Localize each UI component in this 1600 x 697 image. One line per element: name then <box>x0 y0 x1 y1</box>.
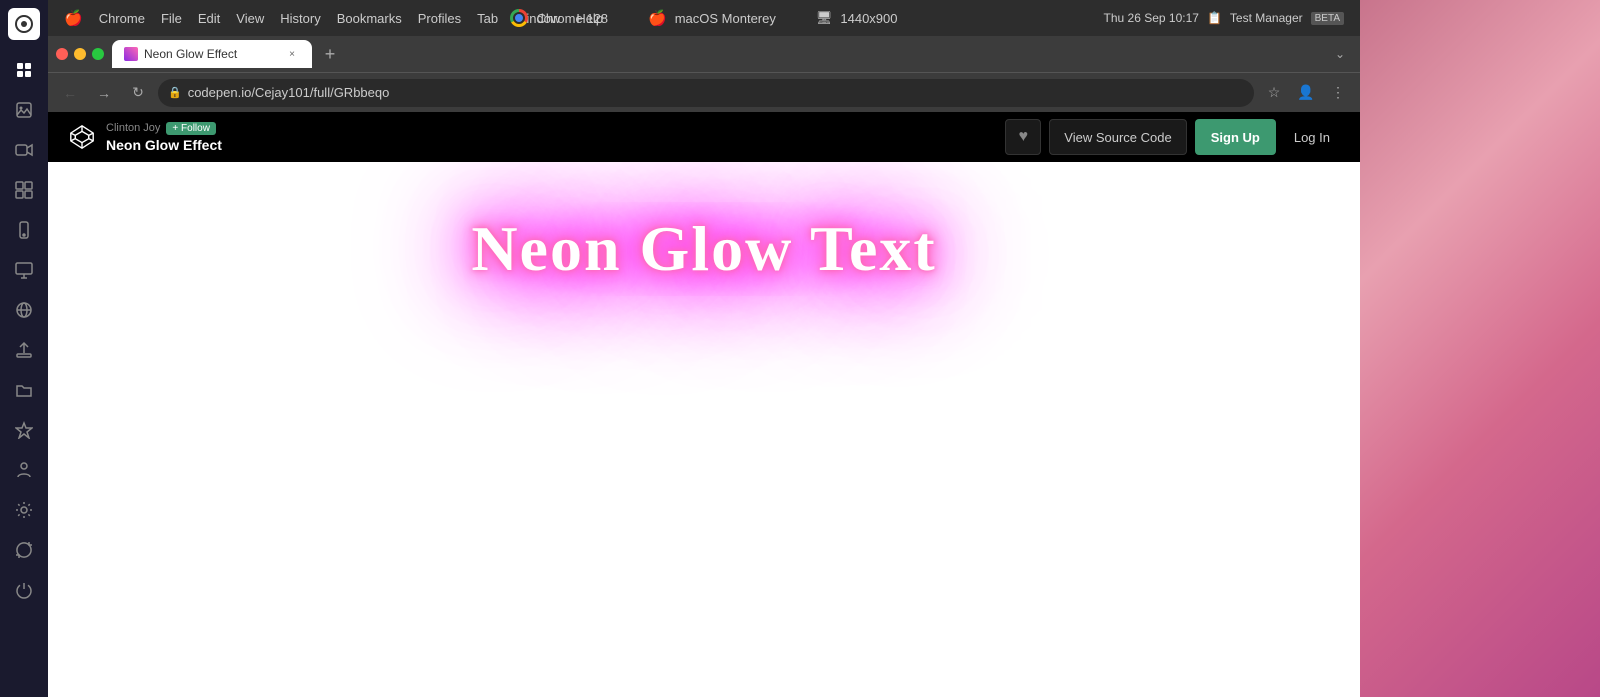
back-button[interactable]: ← <box>56 79 84 107</box>
chrome-browser: Neon Glow Effect × + ⌄ ← → ↻ 🔒 codepen.i… <box>48 36 1360 697</box>
main-content: 🍎 Chrome File Edit View History Bookmark… <box>48 0 1360 697</box>
window-close-button[interactable] <box>56 48 68 60</box>
apple-icon: 🍎 <box>64 9 83 27</box>
sidebar-folder-icon[interactable] <box>6 372 42 408</box>
resolution-text: 1440x900 <box>840 11 897 26</box>
new-tab-button[interactable]: + <box>316 40 344 68</box>
neon-display-area: Neon Glow Text <box>48 162 1360 697</box>
address-lock-icon: 🔒 <box>168 86 182 99</box>
datetime-text: Thu 26 Sep 10:17 <box>1104 11 1199 25</box>
codepen-content: Neon Glow Text <box>48 162 1360 697</box>
sidebar-star-icon[interactable] <box>6 412 42 448</box>
mac-menu-history[interactable]: History <box>280 11 320 26</box>
sidebar-person-icon[interactable] <box>6 452 42 488</box>
right-background <box>1360 0 1600 697</box>
test-manager-icon: 📋 <box>1207 11 1222 25</box>
address-bar[interactable]: 🔒 codepen.io/Cejay101/full/GRbbeqo <box>158 79 1254 107</box>
pen-author-info: Clinton Joy + Follow Neon Glow Effect <box>106 122 222 153</box>
sidebar-monitor-icon[interactable] <box>6 252 42 288</box>
sidebar-video-icon[interactable] <box>6 132 42 168</box>
author-name-text[interactable]: Clinton Joy <box>106 122 160 134</box>
tab-close-button[interactable]: × <box>284 46 300 62</box>
test-manager-label[interactable]: Test Manager <box>1230 11 1303 25</box>
tab-title: Neon Glow Effect <box>144 47 278 61</box>
neon-glow-text: Neon Glow Text <box>441 202 966 296</box>
mac-menu-profiles[interactable]: Profiles <box>418 11 461 26</box>
sidebar-phone-icon[interactable] <box>6 212 42 248</box>
resolution-info: 🖥 1440x900 <box>816 10 898 26</box>
chrome-titlebar: Neon Glow Effect × + ⌄ <box>48 36 1360 72</box>
mac-menu-tab[interactable]: Tab <box>477 11 498 26</box>
sidebar-upload-icon[interactable] <box>6 332 42 368</box>
os-info: 🍎 macOS Monterey <box>648 9 776 27</box>
profile-button[interactable]: 👤 <box>1292 79 1320 107</box>
mac-menu-edit[interactable]: Edit <box>198 11 220 26</box>
chrome-tabs: Neon Glow Effect × + ⌄ <box>112 40 1352 68</box>
sidebar-home-icon[interactable] <box>6 52 42 88</box>
reload-button[interactable]: ↻ <box>124 79 152 107</box>
more-options-button[interactable]: ⋮ <box>1324 79 1352 107</box>
window-controls <box>56 48 104 60</box>
mac-menu-view[interactable]: View <box>236 11 264 26</box>
address-url-text: codepen.io/Cejay101/full/GRbbeqo <box>188 85 1244 100</box>
signup-button[interactable]: Sign Up <box>1195 119 1276 155</box>
mac-menu-bookmarks[interactable]: Bookmarks <box>337 11 402 26</box>
codepen-header-right: ♥ View Source Code Sign Up Log In <box>1005 119 1340 155</box>
mac-menu-chrome[interactable]: Chrome <box>99 11 145 26</box>
toolbar-right-icons: ☆ 👤 ⋮ <box>1260 79 1352 107</box>
sidebar-logo[interactable] <box>8 8 40 40</box>
pen-title-text: Neon Glow Effect <box>106 137 222 153</box>
collapse-button[interactable]: ⌄ <box>1328 42 1352 66</box>
heart-button[interactable]: ♥ <box>1005 119 1041 155</box>
codepen-header: Clinton Joy + Follow Neon Glow Effect ♥ … <box>48 112 1360 162</box>
author-name-row: Clinton Joy + Follow <box>106 122 222 135</box>
window-maximize-button[interactable] <box>92 48 104 60</box>
os-topbar-right: Thu 26 Sep 10:17 📋 Test Manager BETA <box>1104 0 1344 36</box>
resolution-icon: 🖥 <box>816 10 833 26</box>
beta-badge: BETA <box>1311 12 1344 25</box>
sidebar-sync-icon[interactable] <box>6 532 42 568</box>
sidebar-image-icon[interactable] <box>6 92 42 128</box>
login-button[interactable]: Log In <box>1284 119 1340 155</box>
os-name: macOS Monterey <box>675 11 776 26</box>
left-sidebar <box>0 0 48 697</box>
active-tab[interactable]: Neon Glow Effect × <box>112 40 312 68</box>
sidebar-globe-icon[interactable] <box>6 292 42 328</box>
view-source-button[interactable]: View Source Code <box>1049 119 1186 155</box>
sidebar-power-icon[interactable] <box>6 572 42 608</box>
mac-menu-help[interactable]: Help <box>576 11 603 26</box>
codepen-logo <box>68 123 96 151</box>
forward-button[interactable]: → <box>90 79 118 107</box>
os-topbar: 🍎 Chrome File Edit View History Bookmark… <box>48 0 1360 36</box>
mac-menu-file[interactable]: File <box>161 11 182 26</box>
follow-button[interactable]: + Follow <box>166 122 216 135</box>
bookmark-star-button[interactable]: ☆ <box>1260 79 1288 107</box>
apple-os-icon: 🍎 <box>648 9 667 27</box>
sidebar-grid-icon[interactable] <box>6 172 42 208</box>
tab-favicon <box>124 47 138 61</box>
window-minimize-button[interactable] <box>74 48 86 60</box>
heart-icon: ♥ <box>1019 128 1029 146</box>
chrome-toolbar: ← → ↻ 🔒 codepen.io/Cejay101/full/GRbbeqo… <box>48 72 1360 112</box>
sidebar-settings-icon[interactable] <box>6 492 42 528</box>
